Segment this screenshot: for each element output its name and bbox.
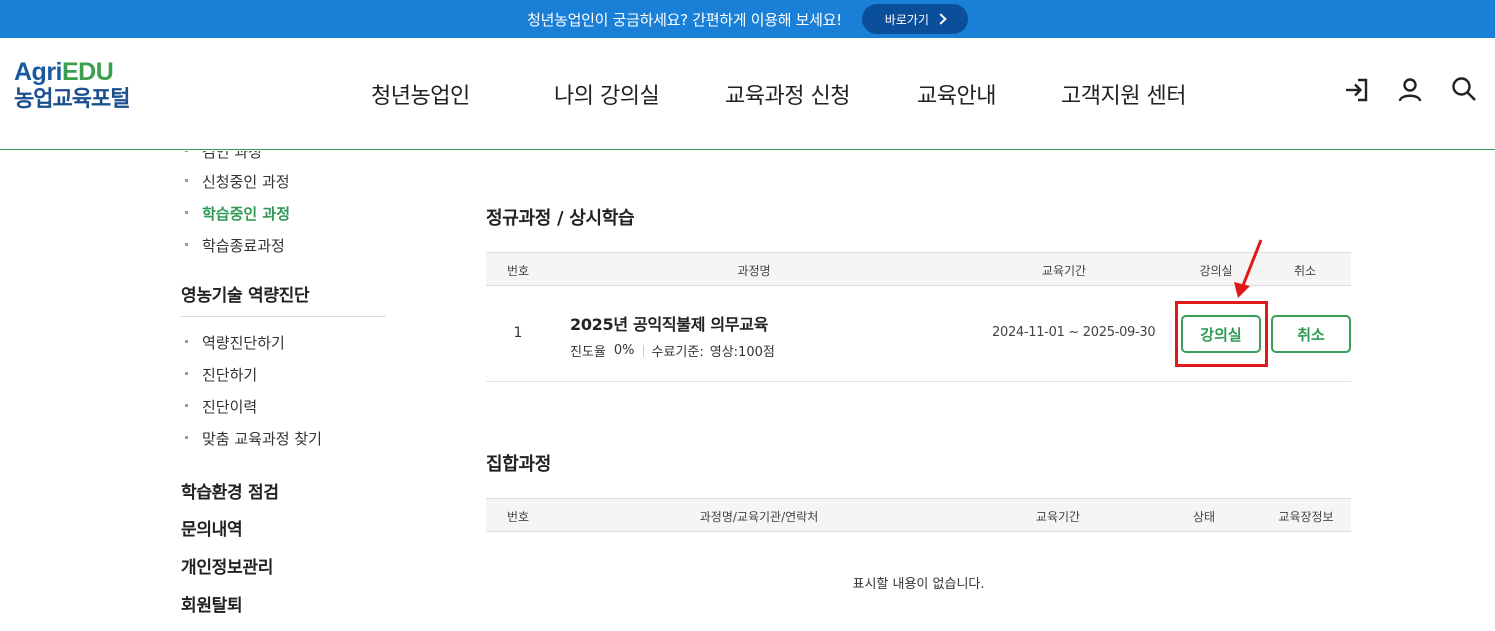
criteria-label: 수료기준: xyxy=(651,345,704,360)
nav-young-farmer[interactable]: 청년농업인 xyxy=(371,78,470,110)
group-table-header: 번호 과정명/교육기관/연락처 교육기간 상태 교육장정보 xyxy=(486,498,1351,532)
logo-edu: EDU xyxy=(62,58,114,86)
sidebar-item-finished[interactable]: 학습종료과정 xyxy=(185,235,285,256)
logo-agri: Agri xyxy=(14,58,63,86)
progress-value: 0% xyxy=(613,343,635,358)
col-status: 상태 xyxy=(1192,510,1216,524)
nav-customer-center[interactable]: 고객지원 센터 xyxy=(1061,78,1186,110)
col-period: 교육기간 xyxy=(1035,510,1081,524)
col-num: 번호 xyxy=(506,264,530,278)
regular-section-title: 정규과정 / 상시학습 xyxy=(486,208,635,229)
site-logo[interactable]: AgriEDU 농업교육포털 xyxy=(14,58,130,114)
sidebar-env-check[interactable]: 학습환경 점검 xyxy=(181,478,279,503)
nav-my-classroom[interactable]: 나의 강의실 xyxy=(554,78,660,110)
col-period: 교육기간 xyxy=(1041,264,1087,278)
meta-divider xyxy=(642,344,644,357)
progress-label: 진도율 xyxy=(570,345,606,360)
sidebar-item-cut[interactable]: 검인 과정 xyxy=(185,151,262,162)
course-meta: 진도율 0% 수료기준: 영상:100점 xyxy=(570,341,775,360)
search-icon[interactable] xyxy=(1450,75,1478,103)
sidebar-item-diagnose[interactable]: 진단하기 xyxy=(184,364,257,385)
highlight-box xyxy=(1175,301,1268,367)
course-title[interactable]: 2025년 공익직불제 의무교육 xyxy=(570,311,768,335)
col-course: 과정명 xyxy=(737,264,771,278)
chevron-right-icon xyxy=(935,13,947,25)
nav-education-guide[interactable]: 교육안내 xyxy=(917,78,996,110)
sidebar-withdraw[interactable]: 회원탈퇴 xyxy=(181,591,243,616)
col-course-org: 과정명/교육기관/연락처 xyxy=(699,510,819,524)
sidebar-item-history[interactable]: 진단이력 xyxy=(184,396,257,417)
empty-message: 표시할 내용이 없습니다. xyxy=(852,577,985,592)
group-section-title: 집합과정 xyxy=(486,454,552,475)
user-icon[interactable] xyxy=(1396,76,1424,104)
col-num: 번호 xyxy=(506,510,530,524)
course-period: 2024-11-01 ~ 2025-09-30 xyxy=(992,325,1156,340)
top-banner: 청년농업인이 궁금하세요? 간편하게 이용해 보세요! 바로가기 xyxy=(0,0,1495,38)
red-arrow-icon xyxy=(1228,238,1268,306)
sidebar-item-learning[interactable]: 학습중인 과정 xyxy=(184,203,290,224)
banner-go-label: 바로가기 xyxy=(884,12,929,27)
sidebar: 검인 과정 신청중인 과정 학습중인 과정 학습종료과정 영농기술 역량진단 역… xyxy=(0,151,420,631)
sidebar-inquiry[interactable]: 문의내역 xyxy=(181,515,243,540)
logo-subtitle: 농업교육포털 xyxy=(14,87,130,112)
cancel-button[interactable]: 취소 xyxy=(1271,315,1351,353)
sidebar-item-custom-course[interactable]: 맞춤 교육과정 찾기 xyxy=(185,428,322,449)
nav-course-apply[interactable]: 교육과정 신청 xyxy=(725,78,850,110)
banner-go-button[interactable]: 바로가기 xyxy=(861,4,968,34)
regular-table-header: 번호 과정명 교육기간 강의실 취소 xyxy=(486,252,1351,286)
login-icon[interactable] xyxy=(1343,76,1371,104)
sidebar-divider xyxy=(181,316,386,317)
banner-text: 청년농업인이 궁금하세요? 간편하게 이용해 보세요! xyxy=(527,10,842,29)
col-cancel: 취소 xyxy=(1293,264,1317,278)
sidebar-item-applying[interactable]: 신청중인 과정 xyxy=(185,171,290,192)
row-num: 1 xyxy=(513,325,523,341)
sidebar-privacy[interactable]: 개인정보관리 xyxy=(181,553,273,578)
site-header: AgriEDU 농업교육포털 청년농업인 나의 강의실 교육과정 신청 교육안내… xyxy=(0,38,1495,150)
criteria-value: 영상:100점 xyxy=(709,345,775,360)
sidebar-item-diag[interactable]: 역량진단하기 xyxy=(185,332,285,353)
col-venue: 교육장정보 xyxy=(1278,510,1334,524)
sidebar-diag-title[interactable]: 영농기술 역량진단 xyxy=(181,281,310,306)
